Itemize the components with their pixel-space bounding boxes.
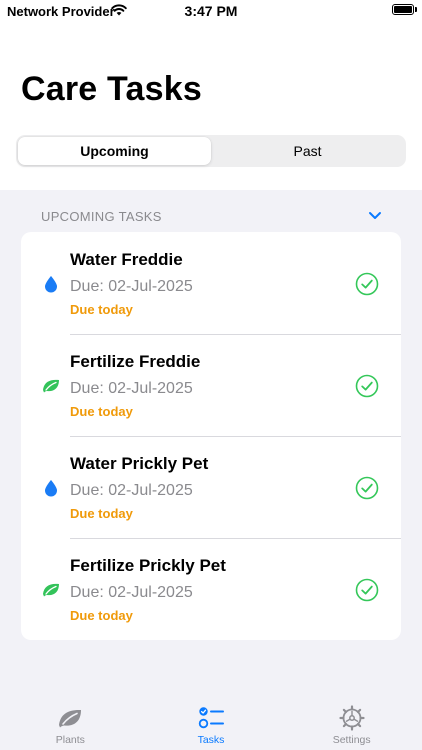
complete-check-icon[interactable] <box>355 578 379 602</box>
page-title: Care Tasks <box>21 70 202 108</box>
task-row[interactable]: Fertilize Prickly Pet Due: 02-Jul-2025 D… <box>21 538 401 640</box>
tab-label: Plants <box>55 734 85 746</box>
tab-plants[interactable]: Plants <box>0 692 141 750</box>
task-status: Due today <box>70 608 133 623</box>
status-bar: Network Provider 3:47 PM <box>0 0 422 24</box>
task-due-date: Due: 02-Jul-2025 <box>70 584 193 601</box>
tab-bar: Plants Tasks Settings <box>0 692 422 750</box>
battery-tip <box>415 7 417 12</box>
water-drop-icon <box>45 480 57 497</box>
battery-icon <box>392 4 414 15</box>
complete-check-icon[interactable] <box>355 272 379 296</box>
task-row[interactable]: Fertilize Freddie Due: 02-Jul-2025 Due t… <box>21 334 401 436</box>
task-row[interactable]: Water Freddie Due: 02-Jul-2025 Due today <box>21 232 401 334</box>
task-status: Due today <box>70 404 133 419</box>
task-filter-segmented-control: Upcoming Past <box>16 135 406 167</box>
chevron-down-icon[interactable] <box>368 211 382 221</box>
task-due-date: Due: 02-Jul-2025 <box>70 278 193 295</box>
section-header: UPCOMING TASKS <box>41 209 162 224</box>
task-title: Fertilize Freddie <box>70 352 201 371</box>
leaf-icon <box>59 709 82 728</box>
complete-check-icon[interactable] <box>355 374 379 398</box>
task-due-date: Due: 02-Jul-2025 <box>70 482 193 499</box>
segment-upcoming[interactable]: Upcoming <box>18 137 211 165</box>
complete-check-icon[interactable] <box>355 476 379 500</box>
task-due-date: Due: 02-Jul-2025 <box>70 380 193 397</box>
leaf-icon <box>43 583 59 597</box>
checklist-icon <box>198 707 224 729</box>
task-status: Due today <box>70 506 133 521</box>
task-title: Fertilize Prickly Pet <box>70 556 226 575</box>
tab-label: Settings <box>332 734 371 746</box>
leaf-icon <box>43 379 59 393</box>
tab-settings[interactable]: Settings <box>281 692 422 750</box>
task-title: Water Freddie <box>70 250 183 269</box>
task-status: Due today <box>70 302 133 317</box>
gear-icon <box>339 705 365 731</box>
segment-past[interactable]: Past <box>211 137 404 165</box>
clock: 3:47 PM <box>184 3 238 19</box>
tab-label: Tasks <box>197 734 225 746</box>
tab-tasks[interactable]: Tasks <box>141 692 282 750</box>
water-drop-icon <box>45 276 57 293</box>
task-title: Water Prickly Pet <box>70 454 209 473</box>
task-row[interactable]: Water Prickly Pet Due: 02-Jul-2025 Due t… <box>21 436 401 538</box>
task-list: Water Freddie Due: 02-Jul-2025 Due today… <box>21 232 401 640</box>
